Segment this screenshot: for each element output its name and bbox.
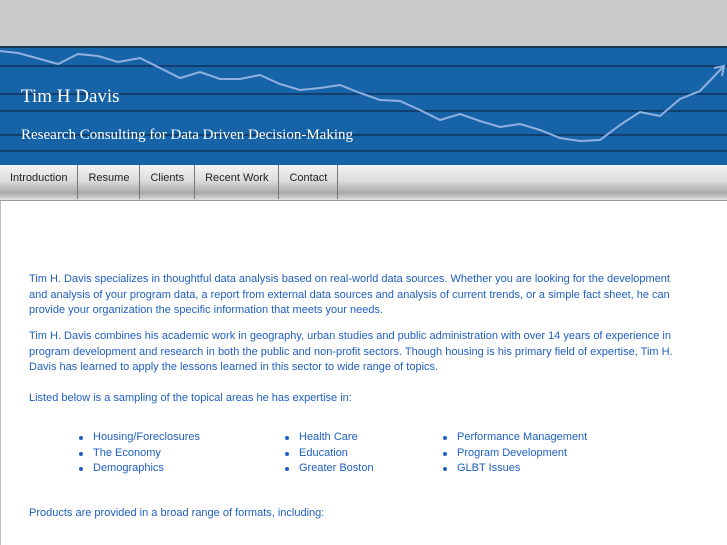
nav-introduction[interactable]: Introduction bbox=[0, 165, 79, 199]
site-tagline: Research Consulting for Data Driven Deci… bbox=[21, 127, 353, 143]
list-item: Greater Boston bbox=[285, 461, 374, 477]
list-item: Housing/Foreclosures bbox=[79, 430, 200, 446]
main-content: Tim H. Davis specializes in thoughtful d… bbox=[0, 201, 727, 545]
topics-intro: Listed below is a sampling of the topica… bbox=[29, 392, 352, 404]
list-item: Performance Management bbox=[442, 430, 587, 446]
intro-paragraph: Tim H. Davis specializes in thoughtful d… bbox=[29, 273, 670, 316]
list-item: Program Development bbox=[442, 446, 587, 462]
topic-list-3: Performance Management Program Developme… bbox=[442, 430, 587, 477]
nav-contact[interactable]: Contact bbox=[279, 165, 339, 199]
list-item: The Economy bbox=[79, 446, 200, 462]
main-nav: Introduction Resume Clients Recent Work … bbox=[0, 165, 727, 201]
nav-resume[interactable]: Resume bbox=[78, 165, 141, 199]
nav-recent-work[interactable]: Recent Work bbox=[195, 165, 280, 199]
background-paragraph: Tim H. Davis combines his academic work … bbox=[29, 330, 673, 373]
list-item: GLBT Issues bbox=[442, 461, 587, 477]
topic-list-1: Housing/Foreclosures The Economy Demogra… bbox=[79, 430, 200, 477]
nav-clients[interactable]: Clients bbox=[140, 165, 196, 199]
header-banner: Tim H Davis Research Consulting for Data… bbox=[0, 46, 727, 165]
list-item: Health Care bbox=[285, 430, 374, 446]
list-item: Education bbox=[285, 446, 374, 462]
topic-list-2: Health Care Education Greater Boston bbox=[285, 430, 374, 477]
products-intro: Products are provided in a broad range o… bbox=[29, 507, 325, 519]
list-item: Demographics bbox=[79, 461, 200, 477]
site-title: Tim H Davis bbox=[21, 86, 120, 107]
